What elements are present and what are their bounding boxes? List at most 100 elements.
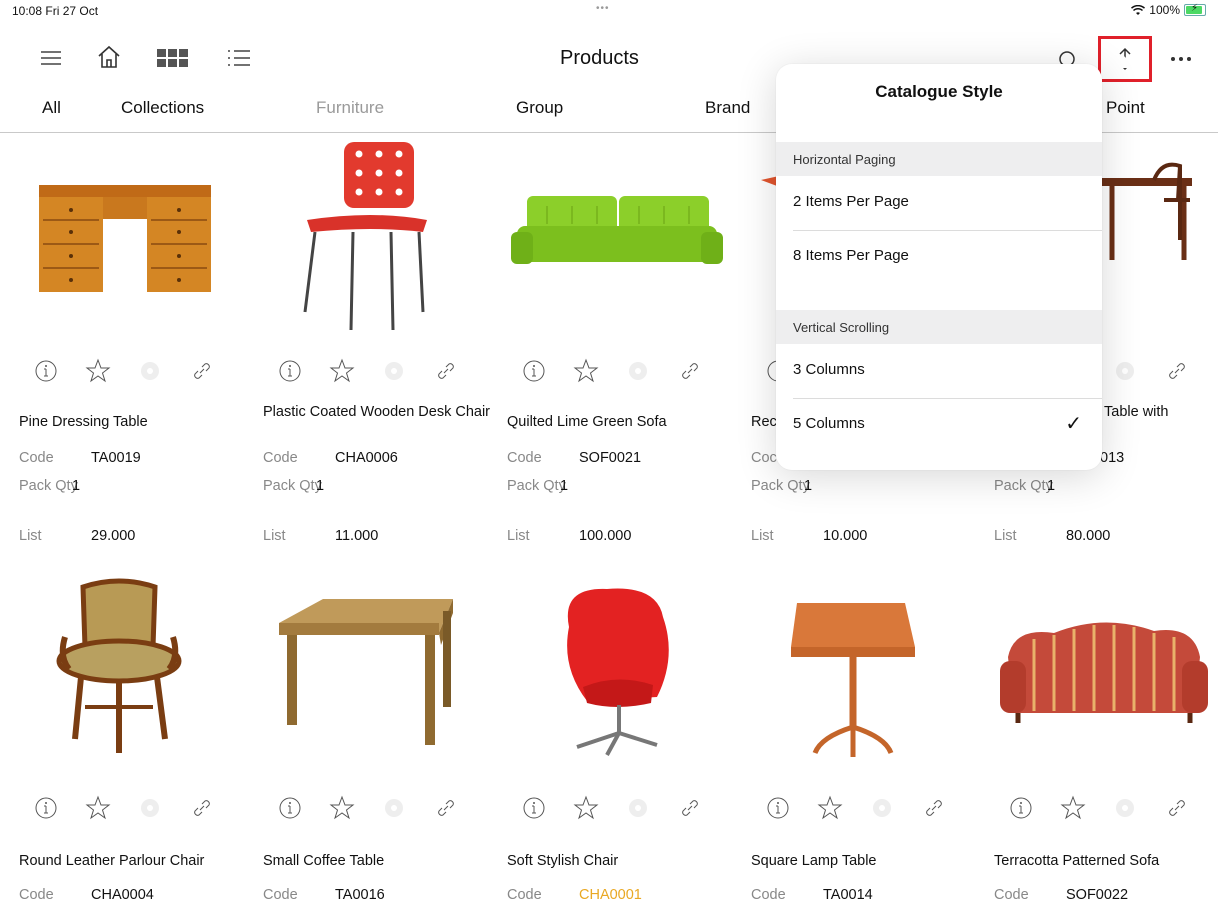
product-code: Code SOF0022 [994, 887, 1128, 903]
list-label: List [994, 528, 1017, 544]
product-actions [994, 795, 1218, 825]
tab-group[interactable]: Group [516, 98, 563, 118]
product-actions [751, 795, 983, 825]
multitasking-dots[interactable]: ••• [596, 3, 610, 14]
section-vertical-scrolling: Vertical Scrolling [776, 310, 1102, 344]
battery-percent: 100% [1149, 3, 1180, 17]
product-image-dressing-table[interactable] [19, 140, 251, 340]
pack-qty-value: 1 [316, 478, 325, 494]
tab-all[interactable]: All [42, 98, 61, 118]
product-image-egg-chair[interactable] [507, 577, 739, 777]
info-icon[interactable] [277, 795, 303, 821]
battery-icon: ⚡ [1184, 3, 1206, 16]
product-name[interactable]: Quilted Lime Green Sofa [507, 412, 737, 432]
more-icon[interactable] [1166, 46, 1196, 72]
product-name[interactable]: Pine Dressing Table [19, 412, 249, 432]
product-list-price: List 100.000 [507, 528, 631, 544]
status-bar: 10:08 Fri 27 Oct ••• 100% ⚡ [0, 0, 1218, 20]
flower-icon[interactable] [381, 358, 407, 384]
catalogue-style-popover: Catalogue Style Horizontal Paging 2 Item… [776, 64, 1102, 470]
info-icon[interactable] [33, 358, 59, 384]
product-image-coffee-table[interactable] [263, 577, 495, 777]
info-icon[interactable] [521, 795, 547, 821]
favourite-star-icon[interactable] [817, 795, 843, 821]
list-icon[interactable] [224, 46, 254, 70]
option-5-columns[interactable]: 5 Columns ✓ [776, 398, 1102, 452]
product-pack-qty: Pack Qty 1 [994, 478, 1056, 494]
code-value: SOF0022 [1066, 887, 1129, 903]
product-list-price: List 80.000 [994, 528, 1110, 544]
product-image-parlour-chair[interactable] [19, 577, 251, 777]
menu-icon[interactable] [38, 46, 64, 70]
favourite-star-icon[interactable] [329, 795, 355, 821]
info-icon[interactable] [1008, 795, 1034, 821]
link-icon[interactable] [677, 358, 703, 384]
info-icon[interactable] [765, 795, 791, 821]
home-icon[interactable] [94, 42, 124, 72]
code-label: Code [19, 450, 54, 466]
code-label: Coc [751, 450, 777, 466]
favourite-star-icon[interactable] [573, 795, 599, 821]
favourite-star-icon[interactable] [85, 358, 111, 384]
tab-furniture[interactable]: Furniture [316, 98, 384, 118]
link-icon[interactable] [189, 795, 215, 821]
pack-qty-value: 1 [804, 478, 813, 494]
product-image-lamp-table[interactable] [751, 577, 983, 777]
option-2-items-per-page[interactable]: 2 Items Per Page [776, 176, 1102, 230]
product-code: Code SOF0021 [507, 450, 641, 466]
code-label: Code [994, 887, 1029, 903]
product-name[interactable]: Round Leather Parlour Chair [19, 851, 249, 871]
link-icon[interactable] [1164, 358, 1190, 384]
product-name[interactable]: Soft Stylish Chair [507, 851, 737, 871]
flower-icon[interactable] [625, 795, 651, 821]
option-label: 8 Items Per Page [793, 247, 909, 264]
option-label: 5 Columns [793, 415, 865, 432]
product-name[interactable]: Small Coffee Table [263, 851, 493, 871]
code-value: CHA0001 [579, 887, 642, 903]
page-title: Products [560, 47, 639, 69]
code-value: 013 [1100, 450, 1125, 466]
flower-icon[interactable] [137, 358, 163, 384]
product-name[interactable]: Plastic Coated Wooden Desk Chair [263, 402, 493, 422]
product-name[interactable]: Square Lamp Table [751, 851, 981, 871]
product-code: Code TA0019 [19, 450, 141, 466]
grid-icon[interactable] [154, 46, 190, 70]
tab-collections[interactable]: Collections [121, 98, 204, 118]
link-icon[interactable] [433, 358, 459, 384]
product-name[interactable]: Terracotta Patterned Sofa [994, 851, 1218, 871]
list-label: List [507, 528, 530, 544]
flower-icon[interactable] [869, 795, 895, 821]
favourite-star-icon[interactable] [1060, 795, 1086, 821]
link-icon[interactable] [677, 795, 703, 821]
product-image-patterned-sofa[interactable] [994, 577, 1218, 777]
info-icon[interactable] [521, 358, 547, 384]
favourite-star-icon[interactable] [329, 358, 355, 384]
link-icon[interactable] [433, 795, 459, 821]
product-image-desk-chair[interactable] [263, 140, 495, 340]
section-horizontal-paging: Horizontal Paging [776, 142, 1102, 176]
info-icon[interactable] [33, 795, 59, 821]
link-icon[interactable] [1164, 795, 1190, 821]
tab-point[interactable]: Point [1106, 98, 1145, 118]
pack-qty-value: 1 [72, 478, 81, 494]
flower-icon[interactable] [137, 795, 163, 821]
favourite-star-icon[interactable] [573, 358, 599, 384]
pack-qty-value: 1 [1047, 478, 1056, 494]
tab-brand[interactable]: Brand [705, 98, 750, 118]
option-3-columns[interactable]: 3 Columns [776, 344, 1102, 398]
pack-qty-label: Pack Qty [19, 478, 78, 494]
flower-icon[interactable] [625, 358, 651, 384]
link-icon[interactable] [921, 795, 947, 821]
flower-icon[interactable] [1112, 795, 1138, 821]
favourite-star-icon[interactable] [85, 795, 111, 821]
product-pack-qty: Pack Qty 1 [507, 478, 568, 494]
product-image-lime-sofa[interactable] [507, 140, 739, 340]
flower-icon[interactable] [381, 795, 407, 821]
info-icon[interactable] [277, 358, 303, 384]
product-code: Code CHA0004 [19, 887, 154, 903]
popover-arrow [1112, 56, 1136, 68]
option-8-items-per-page[interactable]: 8 Items Per Page [776, 230, 1102, 284]
link-icon[interactable] [189, 358, 215, 384]
product-name[interactable]: Table with [1104, 402, 1218, 422]
flower-icon[interactable] [1112, 358, 1138, 384]
